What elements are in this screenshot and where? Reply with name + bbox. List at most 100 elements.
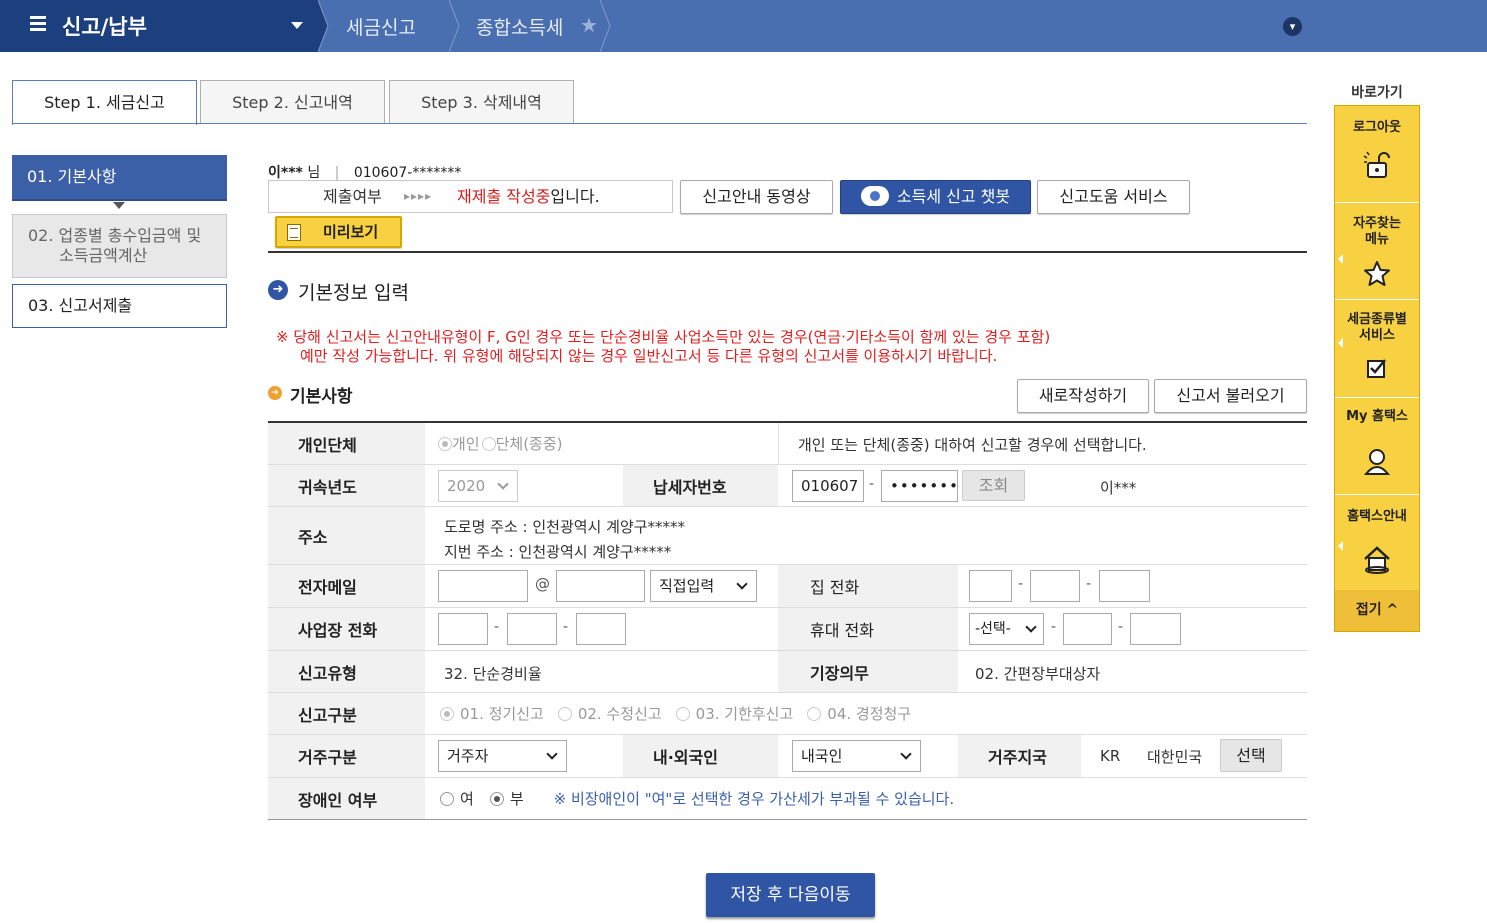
email-id-input[interactable] <box>438 570 528 602</box>
breadcrumb-item[interactable]: 세금신고 <box>346 13 416 40</box>
field-label: 내·외국인 <box>623 735 778 777</box>
mobile-3[interactable] <box>1130 613 1181 645</box>
radio-disabled-no[interactable] <box>489 791 504 806</box>
quick-item-hometax-guide[interactable]: 홈택스안내 <box>1335 509 1419 525</box>
radio-group[interactable] <box>481 436 496 451</box>
taxpayer-no-front[interactable]: 010607 <box>792 470 864 502</box>
menu-title: 신고/납부 <box>62 15 147 39</box>
taxpayer-no-back[interactable]: ••••••• <box>881 470 958 502</box>
quick-item-logout[interactable]: 로그아웃 <box>1335 120 1419 136</box>
save-next-button[interactable]: 저장 후 다음이동 <box>706 873 875 917</box>
dash: - <box>563 619 569 635</box>
table-row: 거주구분 거주자 내·외국인 내국인 거주지국 KR 대한민국 선택 <box>268 735 1307 778</box>
home-phone-1[interactable] <box>969 570 1012 602</box>
breadcrumb-separator-icon <box>449 0 460 52</box>
preview-button[interactable]: 미리보기 <box>275 216 402 248</box>
quick-fold-button[interactable]: 접기 ^ <box>1335 590 1419 631</box>
user-honorific: 님 <box>307 165 321 181</box>
field-label: 거주구분 <box>268 735 425 777</box>
breadcrumb-separator-icon <box>318 0 329 52</box>
new-form-button[interactable]: 새로작성하기 <box>1017 379 1149 413</box>
tab-step1[interactable]: Step 1. 세금신고 <box>12 80 197 125</box>
tab-divider <box>12 123 1307 124</box>
house-icon[interactable] <box>1362 544 1392 574</box>
mobile-prefix-select[interactable]: -선택- <box>969 613 1044 645</box>
quick-item-tax-service[interactable]: 세금종류별 서비스 <box>1335 312 1419 344</box>
menu-dropdown[interactable]: 신고/납부 <box>0 0 318 52</box>
home-phone-3[interactable] <box>1099 570 1150 602</box>
dash: - <box>1086 576 1092 592</box>
divider <box>1335 397 1419 398</box>
load-form-button[interactable]: 신고서 불러오기 <box>1154 379 1307 413</box>
table-row: 신고유형 32. 단순경비율 기장의무 02. 간편장부대상자 <box>268 651 1307 693</box>
radio-report-kind[interactable] <box>807 706 822 721</box>
user-icon[interactable] <box>1362 446 1392 476</box>
help-service-button[interactable]: 신고도움 서비스 <box>1037 180 1190 214</box>
tab-step3[interactable]: Step 3. 삭제내역 <box>389 80 574 124</box>
sidebar-item-label: 소득금액계산 <box>59 246 148 265</box>
residence-select[interactable]: 거주자 <box>438 740 567 772</box>
logout-lock-icon[interactable] <box>1362 150 1392 180</box>
table-row: 장애인 여부 여 부 ※ 비장애인이 "여"로 선택한 경우 가산세가 부과될 … <box>268 778 1307 820</box>
work-phone-1[interactable] <box>438 613 488 645</box>
chatbot-button[interactable]: 소득세 신고 챗봇 <box>840 180 1031 214</box>
work-phone-3[interactable] <box>576 613 626 645</box>
guide-video-button[interactable]: 신고안내 동영상 <box>680 180 833 214</box>
notice-line: 예만 작성 가능합니다. 위 유형에 해당되지 않는 경우 일반신고서 등 다른… <box>300 347 998 365</box>
arrow-right-circle-icon: ➜ <box>268 280 288 300</box>
radio-report-kind[interactable] <box>557 706 572 721</box>
individual-group-desc: 개인 또는 단체(종중) 대하여 신고할 경우에 선택합니다. <box>798 436 1147 454</box>
field-label: 귀속년도 <box>268 465 425 506</box>
disabled-note: ※ 비장애인이 "여"로 선택한 경우 가산세가 부과될 수 있습니다. <box>553 790 955 808</box>
basic-info-table: 개인단체 개인 단체(종중) 개인 또는 단체(종중) 대하여 신고할 경우에 … <box>268 421 1307 820</box>
chevron-up-icon: ^ <box>1381 602 1399 618</box>
field-label: 신고구분 <box>268 693 425 734</box>
divider <box>1335 202 1419 203</box>
email-domain-input[interactable] <box>556 570 645 602</box>
radio-disabled-yes[interactable] <box>440 791 454 806</box>
check-box-icon[interactable] <box>1365 356 1389 380</box>
chevron-down-icon <box>497 478 509 490</box>
tab-step2[interactable]: Step 2. 신고내역 <box>200 80 385 124</box>
field-label: 납세자번호 <box>623 465 778 506</box>
hamburger-icon <box>30 16 46 32</box>
dash: - <box>1018 576 1024 592</box>
email-domain-select[interactable]: 직접입력 <box>650 570 757 602</box>
document-icon <box>287 224 301 241</box>
radio-report-kind[interactable] <box>440 706 454 721</box>
favorite-star-icon[interactable]: ★ <box>580 13 598 37</box>
nationality-select[interactable]: 내국인 <box>792 740 921 772</box>
star-icon[interactable] <box>1362 259 1392 289</box>
field-label: 사업장 전화 <box>268 608 425 650</box>
arrow-right-circle-icon: ➜ <box>268 386 282 400</box>
mobile-2[interactable] <box>1063 613 1112 645</box>
radio-report-kind[interactable] <box>675 706 690 721</box>
sidebar-item-basic[interactable]: 01. 기본사항 <box>12 155 227 199</box>
work-phone-2[interactable] <box>507 613 557 645</box>
arrows-icon: ▸▸▸▸ <box>404 189 433 203</box>
inquiry-button[interactable]: 조회 <box>962 470 1025 501</box>
year-select[interactable]: 2020 <box>438 470 518 502</box>
header-divider <box>268 251 1307 253</box>
report-kind-radios: 01. 정기신고 02. 수정신고 03. 기한후신고 04. 경정청구 <box>440 693 911 734</box>
table-row: 귀속년도 2020 납세자번호 010607 - ••••••• 조회 이*** <box>268 465 1307 507</box>
expand-down-icon[interactable]: ▾ <box>1283 17 1302 36</box>
at-sign: @ <box>535 575 550 593</box>
home-phone-2[interactable] <box>1030 570 1080 602</box>
quick-item-my-hometax[interactable]: My 홈택스 <box>1335 409 1419 425</box>
chevron-down-icon <box>546 748 558 760</box>
region-select-button[interactable]: 선택 <box>1220 739 1282 772</box>
quick-item-favorites[interactable]: 자주찾는 메뉴 <box>1335 216 1419 248</box>
sidebar-item-income[interactable]: 02. 업종별 총수입금액 및 소득금액계산 <box>12 214 227 278</box>
sidebar-item-label: 02. 업종별 총수입금액 및 <box>28 226 202 245</box>
road-address: 도로명 주소 : 인천광역시 계양구***** <box>444 518 686 536</box>
section-title: 기본정보 입력 <box>298 282 409 304</box>
notice-text: ※ 당해 신고서는 신고안내유형이 F, G인 경우 또는 단순경비율 사업소득… <box>276 328 1286 366</box>
disabled-radios: 여 부 ※ 비장애인이 "여"로 선택한 경우 가산세가 부과될 수 있습니다. <box>440 778 954 819</box>
address-values: 도로명 주소 : 인천광역시 계양구***** 지번 주소 : 인천광역시 계양… <box>444 507 685 564</box>
sidebar-item-submit[interactable]: 03. 신고서제출 <box>12 284 227 328</box>
breadcrumb-item[interactable]: 종합소득세 <box>476 13 563 40</box>
submit-status: 제출여부 ▸▸▸▸ 재제출 작성중입니다. <box>268 180 673 213</box>
radio-individual[interactable] <box>438 436 452 451</box>
quick-menu-title: 바로가기 <box>1351 85 1403 101</box>
